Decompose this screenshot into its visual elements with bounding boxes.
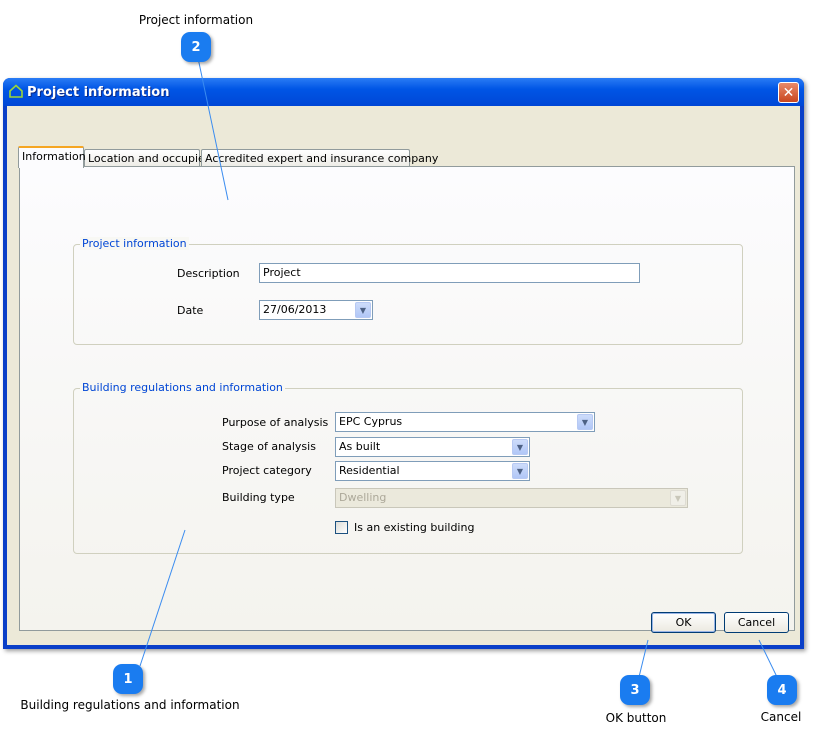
callout-line-3: [638, 639, 649, 678]
callout-badge-1: 1: [113, 664, 143, 694]
callout-label-4: Cancel: [760, 710, 802, 724]
callout-line-4: [758, 639, 778, 678]
callout-label-3: OK button: [605, 711, 667, 725]
callout-line-1: [139, 529, 186, 667]
callout-badge-3: 3: [620, 675, 650, 705]
callout-badge-4: 4: [767, 675, 797, 705]
callout-label-2: Project information: [138, 13, 254, 27]
callout-label-1: Building regulations and information: [20, 698, 240, 712]
callout-badge-2: 2: [181, 32, 211, 62]
tab-information[interactable]: Information: [18, 146, 86, 168]
callout-line-2: [197, 57, 229, 201]
callout-lines: [139, 57, 778, 678]
